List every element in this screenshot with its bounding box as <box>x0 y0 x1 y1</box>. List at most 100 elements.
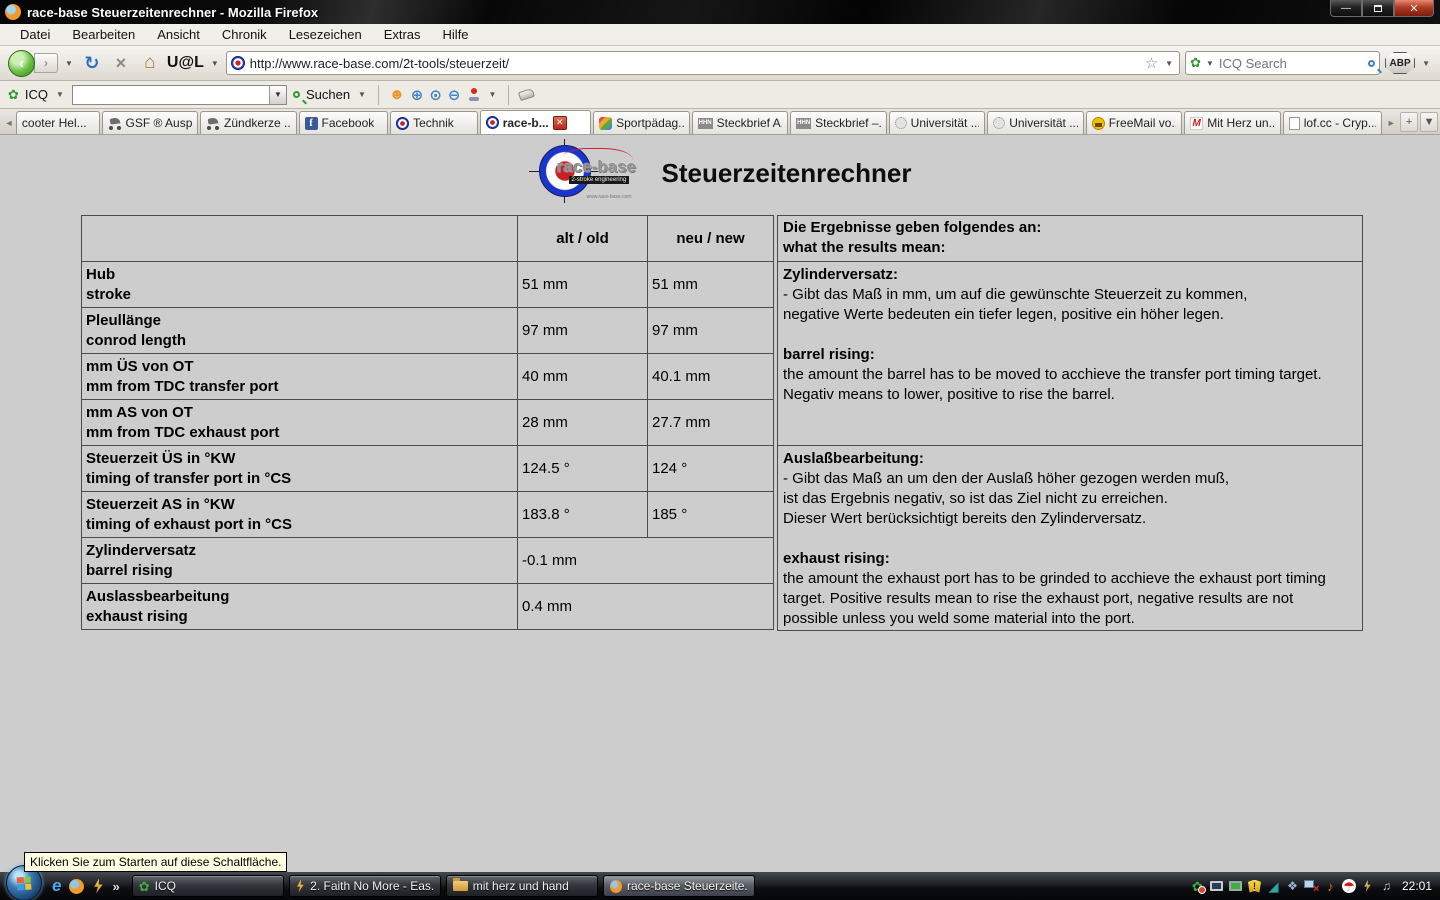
search-bar[interactable]: ✿ ▼ <box>1185 51 1380 75</box>
timing-table: alt / old neu / new Hubstroke 51 mm 51 m… <box>81 215 774 630</box>
tab-label: cooter Hel... <box>22 116 87 130</box>
address-bar[interactable]: ☆ ▼ <box>226 51 1180 75</box>
tray-winamp-icon[interactable] <box>1360 879 1375 894</box>
search-input[interactable] <box>1219 56 1365 71</box>
tray-ati-icon[interactable]: ◢ <box>1266 879 1281 894</box>
reload-button[interactable]: ↻ <box>80 53 104 74</box>
race-base-logo: race-base 2-stroke engineering www.race-… <box>529 144 654 202</box>
zoom-out-icon[interactable]: ⊖ <box>448 86 461 104</box>
minimize-button[interactable]: — <box>1330 0 1362 17</box>
search-engine-dropdown-icon[interactable]: ▼ <box>1204 59 1216 68</box>
result-value: 0.4 mm <box>518 584 774 630</box>
history-dropdown-icon[interactable]: ▼ <box>63 59 75 68</box>
toolbar-separator <box>378 85 379 105</box>
tab-sportpaedagogik[interactable]: Sportpädag... <box>593 111 690 134</box>
icq-menu-button[interactable]: ICQ <box>25 87 48 102</box>
tab-scroll-right-icon[interactable]: ► <box>1384 112 1398 134</box>
home-button[interactable]: ⌂ <box>138 52 162 74</box>
suchen-dropdown-icon[interactable]: ▼ <box>356 90 368 99</box>
icq-menu-dropdown-icon[interactable]: ▼ <box>54 90 66 99</box>
hhn-icon: HHN <box>796 118 811 129</box>
maximize-button[interactable] <box>1362 0 1394 17</box>
tab-technik[interactable]: Technik <box>390 111 478 134</box>
table-row: Steuerzeit AS in °KWtiming of exhaust po… <box>82 492 774 538</box>
tab-gsf-auspuff[interactable]: GSF ® Ausp... <box>102 111 199 134</box>
games-joystick-icon[interactable] <box>467 88 481 102</box>
combo-dropdown-icon[interactable]: ▼ <box>269 86 286 104</box>
menu-hilfe[interactable]: Hilfe <box>433 25 479 44</box>
firefox-icon[interactable] <box>69 879 84 894</box>
table-row: mm AS von OTmm from TDC exhaust port 28 … <box>82 400 774 446</box>
explanation-panel: Die Ergebnisse geben folgendes an: what … <box>777 215 1363 631</box>
tray-icq-icon[interactable]: ✿ <box>1190 879 1205 894</box>
icq-search-combobox[interactable]: ▼ <box>72 85 287 105</box>
tray-network-error-icon[interactable] <box>1304 879 1319 894</box>
menu-extras[interactable]: Extras <box>374 25 431 44</box>
tray-pin-icon[interactable]: ❖ <box>1285 879 1300 894</box>
search-magnifier-icon[interactable] <box>1368 60 1375 67</box>
value-old: 183.8 ° <box>518 492 648 538</box>
forward-button[interactable]: › <box>34 53 58 73</box>
tab-zuendkerze[interactable]: Zündkerze ... <box>200 111 297 134</box>
eraser-icon[interactable] <box>518 88 535 101</box>
stop-button[interactable]: × <box>109 53 133 74</box>
tray-security-shield-icon[interactable]: ! <box>1247 879 1262 894</box>
close-button[interactable]: ✕ <box>1394 0 1434 17</box>
tab-scooter-help[interactable]: cooter Hel... <box>16 111 100 134</box>
menu-ansicht[interactable]: Ansicht <box>147 25 210 44</box>
sport-icon <box>599 117 612 130</box>
games-dropdown-icon[interactable]: ▼ <box>487 90 499 99</box>
tab-facebook[interactable]: f Facebook <box>299 111 389 134</box>
taskbar-button-icq[interactable]: ✿ ICQ <box>132 875 284 897</box>
menu-datei[interactable]: Datei <box>10 25 60 44</box>
value-new: 27.7 mm <box>648 400 774 446</box>
tab-universitaet-1[interactable]: Universität ... <box>889 111 986 134</box>
empty-header-cell <box>82 216 518 262</box>
row-label: Steuerzeit ÜS in °KWtiming of transfer p… <box>82 446 518 492</box>
url-input[interactable] <box>250 56 1140 71</box>
tab-label: Steckbrief –... <box>815 116 881 130</box>
zoom-reset-icon[interactable]: ⊙ <box>429 86 442 104</box>
tab-scroll-left-icon[interactable]: ◄ <box>2 112 16 134</box>
tray-display-audio-icon[interactable] <box>1209 879 1224 894</box>
tray-avira-umbrella-icon[interactable]: ☂ <box>1342 879 1356 893</box>
menu-bearbeiten[interactable]: Bearbeiten <box>62 25 145 44</box>
bookmark-dropdown-icon[interactable]: ▼ <box>1163 59 1175 68</box>
new-tab-button[interactable]: + <box>1400 112 1418 132</box>
ul-dropdown-icon[interactable]: ▼ <box>209 59 221 68</box>
navigation-toolbar: ‹ › ▼ ↻ × ⌂ U@L ▼ ☆ ▼ ✿ ▼ ABP ▼ <box>0 46 1440 81</box>
abp-dropdown-icon[interactable]: ▼ <box>1420 59 1432 68</box>
tab-label: Mit Herz un... <box>1207 116 1275 130</box>
tab-close-icon[interactable]: ✕ <box>553 116 567 130</box>
internet-explorer-icon[interactable]: e <box>52 876 61 896</box>
suchen-button[interactable]: Suchen <box>306 87 350 102</box>
page-header: race-base 2-stroke engineering www.race-… <box>0 143 1440 203</box>
tab-mit-herz[interactable]: M Mit Herz un... <box>1184 111 1281 134</box>
tray-volume-icon[interactable]: ♪ <box>1323 879 1338 894</box>
icq-clover-icon: ✿ <box>1190 55 1201 71</box>
menu-chronik[interactable]: Chronik <box>212 25 277 44</box>
tab-freemail[interactable]: FreeMail vo... <box>1086 111 1183 134</box>
zoom-in-icon[interactable]: ⊕ <box>411 86 424 104</box>
quick-launch: e » <box>52 876 120 896</box>
ul-extension-button[interactable]: U@L <box>167 54 204 72</box>
tray-mixer-icon[interactable]: ♫ <box>1379 879 1394 894</box>
tray-gpu-monitor-icon[interactable] <box>1228 879 1243 894</box>
tab-list-dropdown-icon[interactable]: ▼ <box>1420 112 1438 132</box>
back-button[interactable]: ‹ <box>8 50 35 77</box>
taskbar-button-firefox-active[interactable]: race-base Steuerzeite... <box>603 875 755 897</box>
tab-universitaet-2[interactable]: Universität ... <box>987 111 1084 134</box>
tab-label: Sportpädag... <box>616 116 684 130</box>
quick-launch-overflow-icon[interactable]: » <box>112 879 119 894</box>
tab-steckbrief-2[interactable]: HHN Steckbrief –... <box>790 111 887 134</box>
taskbar-button-winamp[interactable]: 2. Faith No More - Eas... <box>289 875 441 897</box>
menu-lesezeichen[interactable]: Lesezeichen <box>279 25 372 44</box>
taskbar-button-folder[interactable]: mit herz und hand <box>446 875 598 897</box>
winamp-icon[interactable] <box>92 879 104 894</box>
bookmark-star-icon[interactable]: ☆ <box>1145 54 1158 72</box>
tab-steckbrief-a[interactable]: HHN Steckbrief A... <box>692 111 789 134</box>
tab-race-base-active[interactable]: race-b... ✕ <box>480 110 591 134</box>
adblock-plus-button[interactable]: ABP <box>1385 52 1415 74</box>
emoticon-icon[interactable]: ☻ <box>389 86 405 103</box>
tab-lof-cc[interactable]: lof.cc - Cryp... <box>1283 111 1383 134</box>
